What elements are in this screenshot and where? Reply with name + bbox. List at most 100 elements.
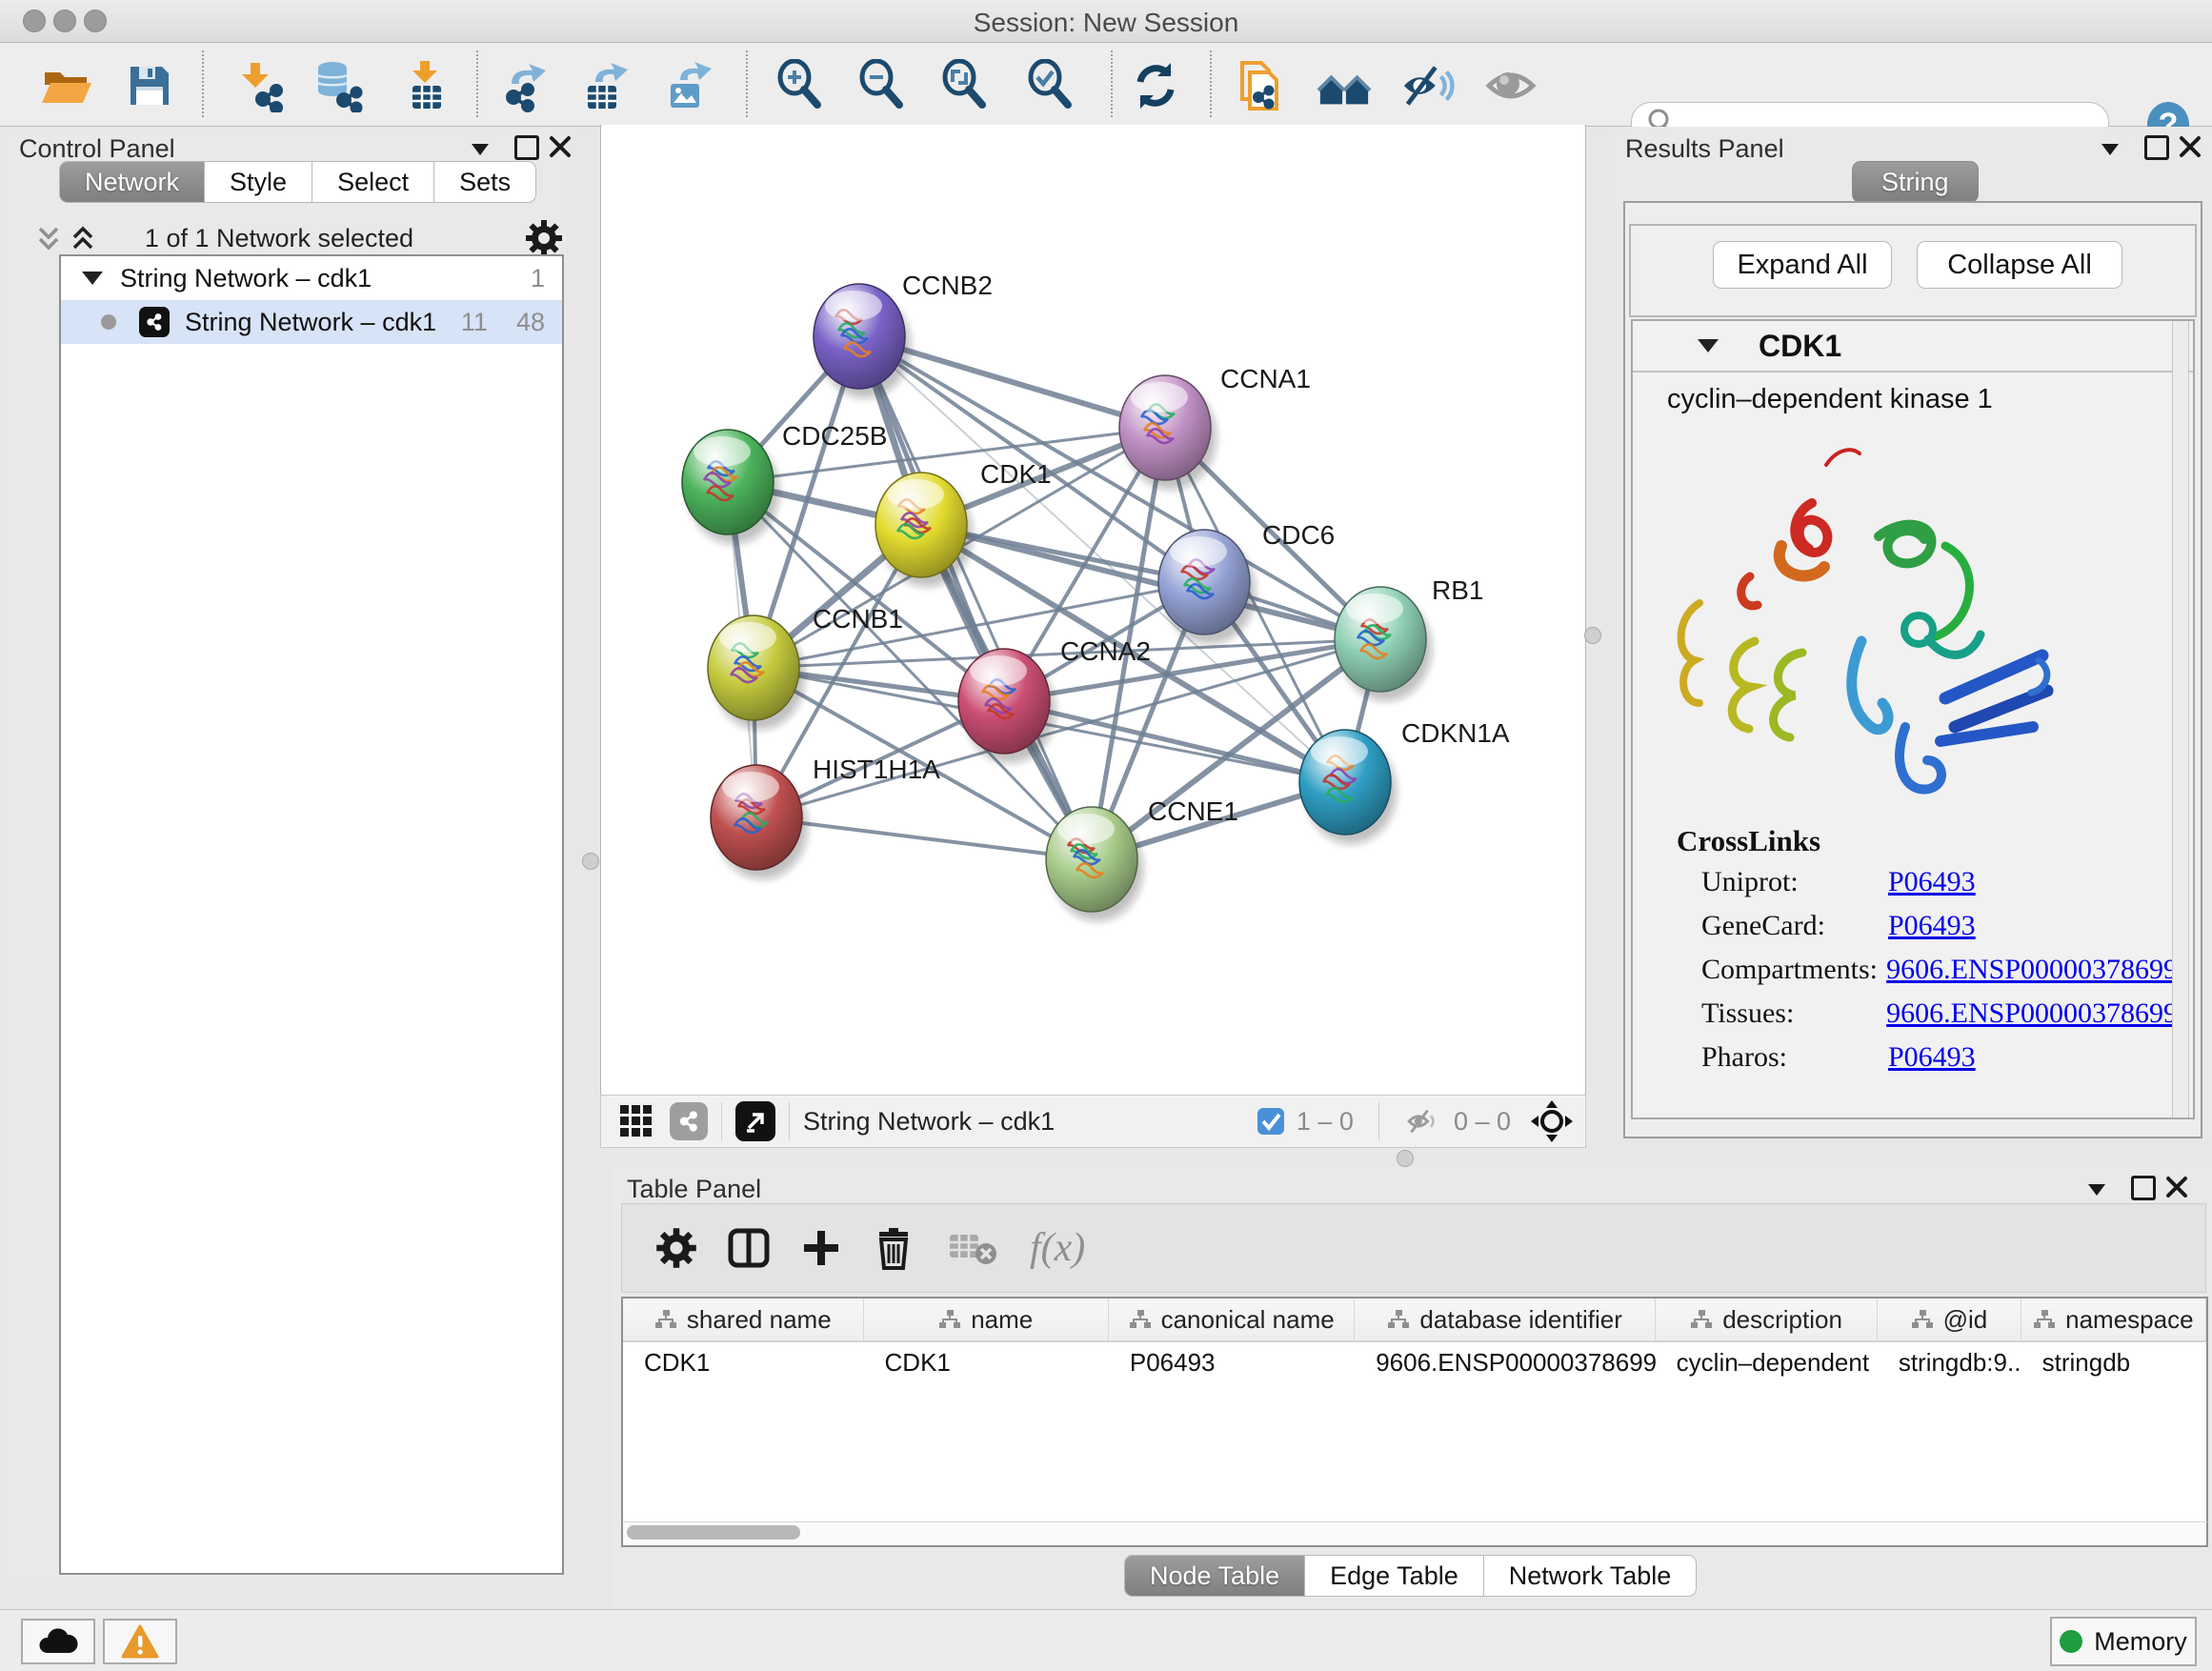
network-collection-row[interactable]: String Network – cdk1 1 <box>61 256 562 300</box>
table-horizontal-scrollbar[interactable] <box>621 1521 2208 1547</box>
right-splitter-handle[interactable] <box>1584 627 1601 644</box>
left-splitter-handle[interactable] <box>582 853 599 870</box>
column-header-shared-name[interactable]: shared name <box>623 1299 864 1340</box>
import-network-file-button[interactable] <box>231 58 286 113</box>
table-options-gear-icon[interactable] <box>654 1226 698 1270</box>
copy-network-icon <box>1233 59 1286 112</box>
tab-network-table[interactable]: Network Table <box>1484 1555 1698 1597</box>
scrollbar-thumb[interactable] <box>627 1525 800 1540</box>
column-header-label: shared name <box>687 1305 832 1335</box>
close-panel-icon[interactable] <box>549 135 572 158</box>
export-network-button[interactable] <box>497 58 553 113</box>
network-row-selected[interactable]: String Network – cdk1 11 48 <box>61 300 562 344</box>
show-columns-icon[interactable] <box>727 1226 771 1270</box>
function-builder-button[interactable]: f(x) <box>1030 1225 1085 1271</box>
float-panel-icon[interactable] <box>472 144 489 155</box>
gene-section-header[interactable]: CDK1 <box>1633 321 2193 372</box>
create-column-plus-icon[interactable] <box>799 1226 843 1270</box>
maximize-panel-icon[interactable] <box>2144 135 2169 160</box>
hide-selected-button[interactable] <box>1400 58 1456 113</box>
refresh-view-button[interactable] <box>1128 58 1183 113</box>
column-header-name[interactable]: name <box>864 1299 1109 1340</box>
tab-node-table[interactable]: Node Table <box>1124 1555 1305 1597</box>
horizontal-splitter-handle[interactable] <box>1397 1150 1414 1167</box>
tab-edge-table[interactable]: Edge Table <box>1305 1555 1484 1597</box>
network-canvas[interactable]: CCNB2CCNA1CDC25BCDK1CDC6RB1CCNB1CCNA2CDK… <box>600 125 1586 1095</box>
delete-column-trash-icon[interactable] <box>872 1226 915 1270</box>
warnings-button[interactable] <box>103 1619 177 1664</box>
selected-checkbox-icon[interactable] <box>1257 1107 1285 1136</box>
network-node-CCNB2[interactable] <box>814 284 911 398</box>
zoom-fit-icon <box>938 59 992 112</box>
network-node-RB1[interactable] <box>1335 587 1432 701</box>
maximize-panel-icon[interactable] <box>2131 1176 2156 1200</box>
save-session-button[interactable] <box>122 58 177 113</box>
network-node-CDC6[interactable] <box>1158 530 1256 644</box>
export-image-button[interactable] <box>662 58 717 113</box>
collapse-all-tree-icon[interactable] <box>36 226 70 252</box>
tab-select[interactable]: Select <box>312 161 434 203</box>
crosslink-link[interactable]: 9606.ENSP00000378699 <box>1886 954 2178 997</box>
tab-string[interactable]: String <box>1852 161 1979 203</box>
crosslink-link[interactable]: P06493 <box>1888 1041 1976 1085</box>
hidden-eye-slash-icon[interactable] <box>1404 1106 1442 1137</box>
show-all-button[interactable] <box>1483 58 1538 113</box>
float-panel-icon[interactable] <box>2101 144 2119 155</box>
zoom-out-button[interactable] <box>855 58 910 113</box>
open-session-button[interactable] <box>38 58 93 113</box>
title-bar: Session: New Session <box>0 0 2212 43</box>
expand-collapse-bar: Expand All Collapse All <box>1629 224 2197 317</box>
toolbar-separator <box>476 50 478 117</box>
tab-sets[interactable]: Sets <box>434 161 536 203</box>
column-header-canonical-name[interactable]: canonical name <box>1109 1299 1355 1340</box>
float-panel-icon[interactable] <box>2088 1184 2105 1196</box>
crosslink-row: GeneCard:P06493 <box>1701 910 2178 954</box>
snapshot-home-button[interactable] <box>1317 58 1372 113</box>
crosslink-link[interactable]: P06493 <box>1888 866 1976 910</box>
toolbar-separator <box>746 50 748 117</box>
network-node-CCNA1[interactable] <box>1119 375 1217 490</box>
open-in-window-icon[interactable] <box>735 1101 775 1141</box>
collapse-section-icon[interactable] <box>1698 339 1719 352</box>
table-row[interactable]: CDK1CDK1P064939606.ENSP00000378699cyclin… <box>623 1342 2206 1382</box>
import-network-database-button[interactable] <box>311 58 366 113</box>
column-header-description[interactable]: description <box>1656 1299 1878 1340</box>
memory-button[interactable]: Memory <box>2050 1617 2197 1666</box>
birds-eye-grid-icon[interactable] <box>618 1103 654 1139</box>
column-header-database-identifier[interactable]: database identifier <box>1355 1299 1656 1340</box>
network-node-CDC25B[interactable] <box>682 430 779 544</box>
maximize-panel-icon[interactable] <box>514 135 539 160</box>
close-panel-icon[interactable] <box>2165 1176 2188 1198</box>
expand-all-button[interactable]: Expand All <box>1713 241 1892 289</box>
column-header-namespace[interactable]: namespace <box>2021 1299 2206 1340</box>
collapse-all-button[interactable]: Collapse All <box>1917 241 2122 289</box>
network-options-gear-icon[interactable] <box>524 218 564 258</box>
string-results-container: Expand All Collapse All CDK1 cyclin–depe… <box>1623 201 2202 1138</box>
table-panel: Table Panel f(x) shared namenamecanonica… <box>613 1167 2212 1608</box>
close-panel-icon[interactable] <box>2179 135 2202 158</box>
import-table-button[interactable] <box>398 58 453 113</box>
zoom-in-button[interactable] <box>773 58 828 113</box>
network-node-CDKN1A[interactable] <box>1299 730 1397 844</box>
fit-crosshair-icon[interactable] <box>1530 1099 1574 1143</box>
export-table-button[interactable] <box>579 58 634 113</box>
zoom-selected-button[interactable] <box>1023 58 1078 113</box>
results-scrollbar[interactable] <box>2172 321 2189 1117</box>
network-share-toggle-icon[interactable] <box>670 1102 708 1140</box>
network-node-CCNA2[interactable] <box>958 649 1056 763</box>
crosslink-link[interactable]: 9606.ENSP00000378699 <box>1886 997 2178 1041</box>
column-header-@id[interactable]: @id <box>1878 1299 2021 1340</box>
network-node-CCNE1[interactable] <box>1046 807 1143 921</box>
duplicate-network-button[interactable] <box>1232 58 1287 113</box>
collection-expander-icon[interactable] <box>82 272 103 285</box>
zoom-fit-button[interactable] <box>937 58 993 113</box>
column-header-label: description <box>1722 1305 1842 1335</box>
tab-style[interactable]: Style <box>205 161 312 203</box>
cloud-status-button[interactable] <box>21 1619 95 1664</box>
expand-all-tree-icon[interactable] <box>70 226 105 252</box>
network-node-HIST1H1A[interactable] <box>711 765 808 879</box>
tab-network[interactable]: Network <box>59 161 205 203</box>
crosslink-link[interactable]: P06493 <box>1888 910 1976 954</box>
delete-table-icon-disabled[interactable] <box>948 1229 997 1267</box>
network-node-CDK1[interactable] <box>875 473 973 587</box>
